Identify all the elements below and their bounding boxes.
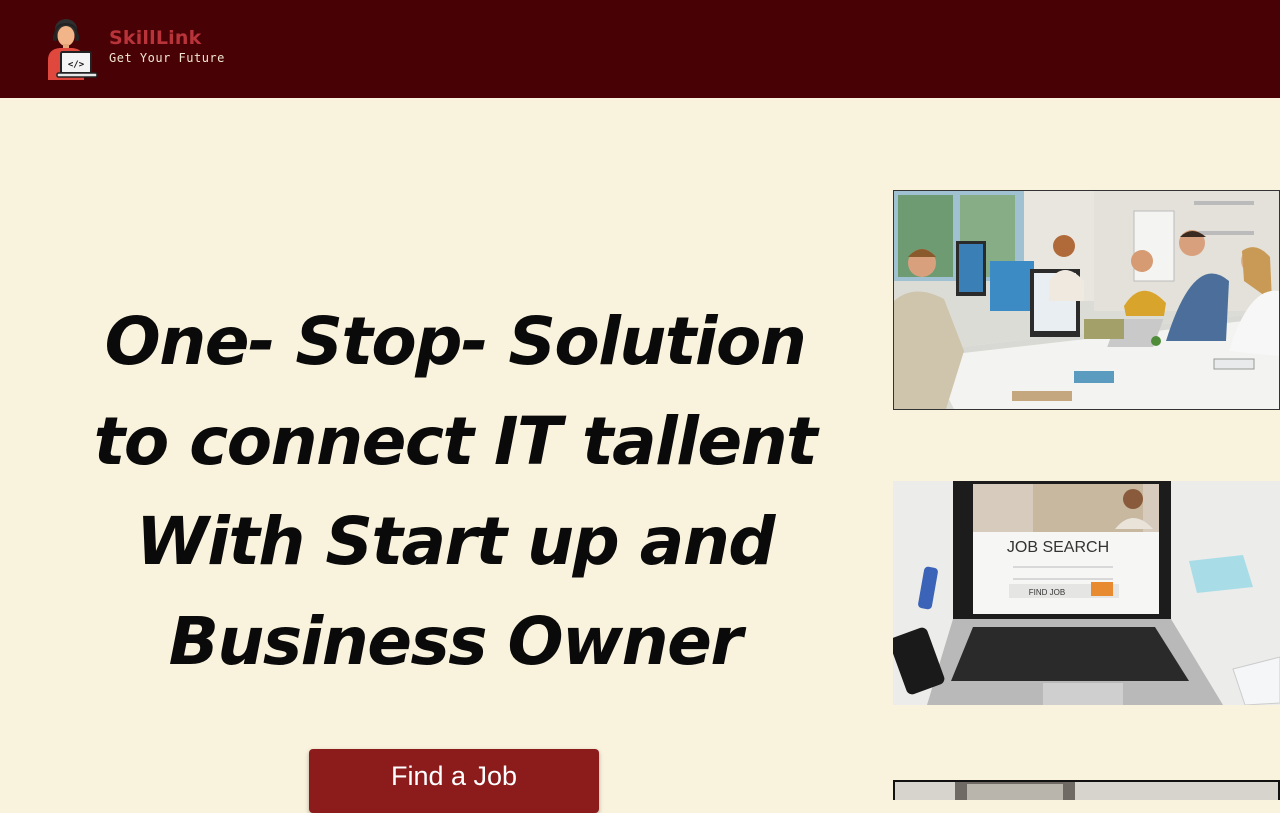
brand-name[interactable]: SkillLink (109, 29, 201, 48)
site-header: </> SkillLink Get Your Future (0, 0, 1280, 98)
developer-at-laptop-icon[interactable]: </> (44, 16, 98, 82)
screen-find-job-label: FIND JOB (1029, 588, 1065, 597)
screen-heading: JOB SEARCH (1007, 539, 1109, 556)
brand-tagline: Get Your Future (109, 51, 225, 65)
job-search-laptop-photo: JOB SEARCH FIND JOB (893, 481, 1280, 705)
hero-title: One- Stop- Solution to connect IT tallen… (93, 303, 818, 680)
team-office-photo (893, 190, 1280, 410)
third-photo (893, 780, 1280, 800)
svg-text:</>: </> (68, 60, 85, 70)
find-job-button[interactable]: Find a Job (309, 749, 599, 813)
